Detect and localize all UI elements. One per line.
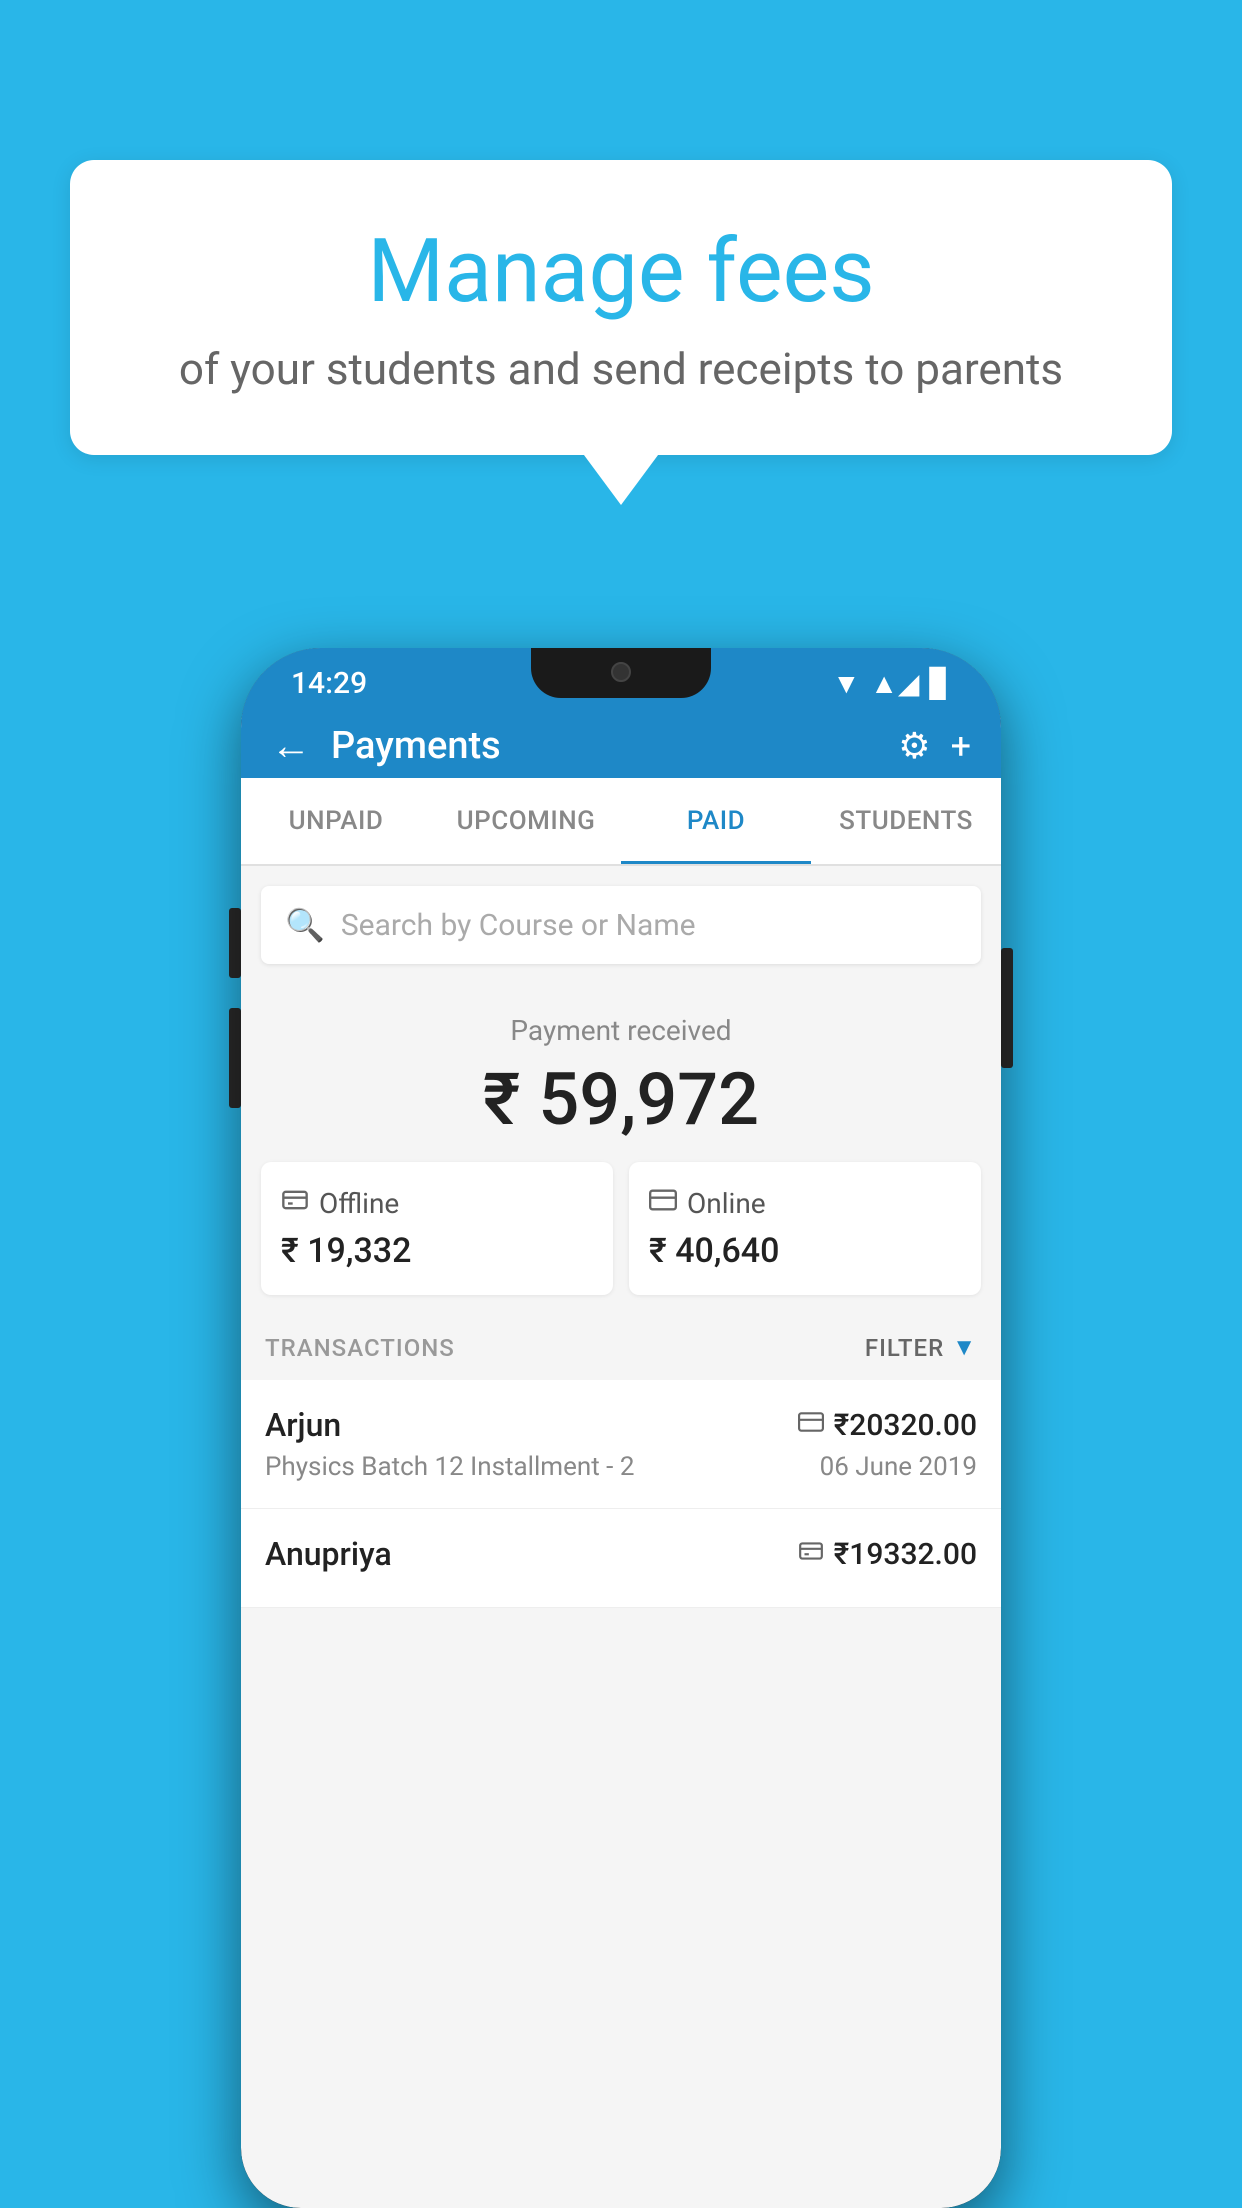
transaction-date: 06 June 2019 [820,1452,977,1482]
search-icon: 🔍 [285,906,325,944]
transaction-amount: ₹19332.00 [834,1537,977,1572]
tab-unpaid[interactable]: UNPAID [241,778,431,864]
offline-icon [281,1186,309,1221]
tab-students[interactable]: STUDENTS [811,778,1001,864]
transaction-amount-wrap: ₹19332.00 [798,1537,977,1572]
transaction-name: Arjun [265,1406,341,1444]
phone-device: 14:29 ▼ ▲◢ ▊ ← Payments ⚙ + UNPAID UPC [241,648,1001,2208]
offline-label: Offline [319,1187,399,1220]
payment-cards: Offline ₹ 19,332 Online ₹ 4 [241,1162,1001,1315]
tab-upcoming[interactable]: UPCOMING [431,778,621,864]
offline-card: Offline ₹ 19,332 [261,1162,613,1295]
status-time: 14:29 [291,666,367,701]
offline-amount: ₹ 19,332 [281,1231,593,1271]
filter-icon: ▼ [952,1333,977,1362]
payment-received-label: Payment received [265,1014,977,1047]
online-icon [649,1186,677,1221]
screen-title: Payments [331,724,898,768]
payment-received-section: Payment received ₹ 59,972 [241,984,1001,1162]
bubble-subtitle: of your students and send receipts to pa… [150,343,1092,395]
phone-notch [531,648,711,698]
online-amount: ₹ 40,640 [649,1231,961,1271]
status-icons: ▼ ▲◢ ▊ [832,667,951,700]
tabs-bar: UNPAID UPCOMING PAID STUDENTS [241,778,1001,866]
transaction-amount: ₹20320.00 [834,1408,977,1443]
transaction-type-icon [798,1409,824,1442]
wifi-icon: ▼ [832,667,860,700]
power-button[interactable] [1001,948,1013,1068]
add-button[interactable]: + [951,725,971,767]
bubble-title: Manage fees [150,220,1092,323]
tab-paid[interactable]: PAID [621,778,811,864]
volume-up-button[interactable] [229,908,241,978]
speech-bubble-section: Manage fees of your students and send re… [70,160,1172,455]
speech-bubble: Manage fees of your students and send re… [70,160,1172,455]
transaction-name: Anupriya [265,1535,392,1573]
search-bar[interactable]: 🔍 Search by Course or Name [261,886,981,964]
online-card: Online ₹ 40,640 [629,1162,981,1295]
transaction-amount-wrap: ₹20320.00 [798,1408,977,1443]
top-actions: ⚙ + [898,725,971,767]
phone-frame: 14:29 ▼ ▲◢ ▊ ← Payments ⚙ + UNPAID UPC [241,648,1001,2208]
payment-received-amount: ₹ 59,972 [265,1057,977,1142]
search-placeholder: Search by Course or Name [341,908,696,943]
app-screen: 14:29 ▼ ▲◢ ▊ ← Payments ⚙ + UNPAID UPC [241,648,1001,2208]
transaction-row[interactable]: Anupriya ₹19332.00 [241,1509,1001,1608]
battery-icon: ▊ [929,667,951,700]
volume-down-button[interactable] [229,1008,241,1108]
transaction-description: Physics Batch 12 Installment - 2 [265,1452,634,1482]
filter-button[interactable]: FILTER ▼ [865,1333,977,1362]
back-button[interactable]: ← [271,722,311,769]
settings-button[interactable]: ⚙ [898,725,930,767]
front-camera [611,662,631,682]
transactions-header: TRANSACTIONS FILTER ▼ [241,1315,1001,1380]
signal-icon: ▲◢ [870,667,919,700]
transaction-type-icon [798,1538,824,1571]
online-label: Online [687,1187,766,1220]
transactions-label: TRANSACTIONS [265,1334,455,1362]
filter-label: FILTER [865,1334,944,1362]
transaction-row[interactable]: Arjun ₹20320.00 Physics Batch 12 Install… [241,1380,1001,1509]
